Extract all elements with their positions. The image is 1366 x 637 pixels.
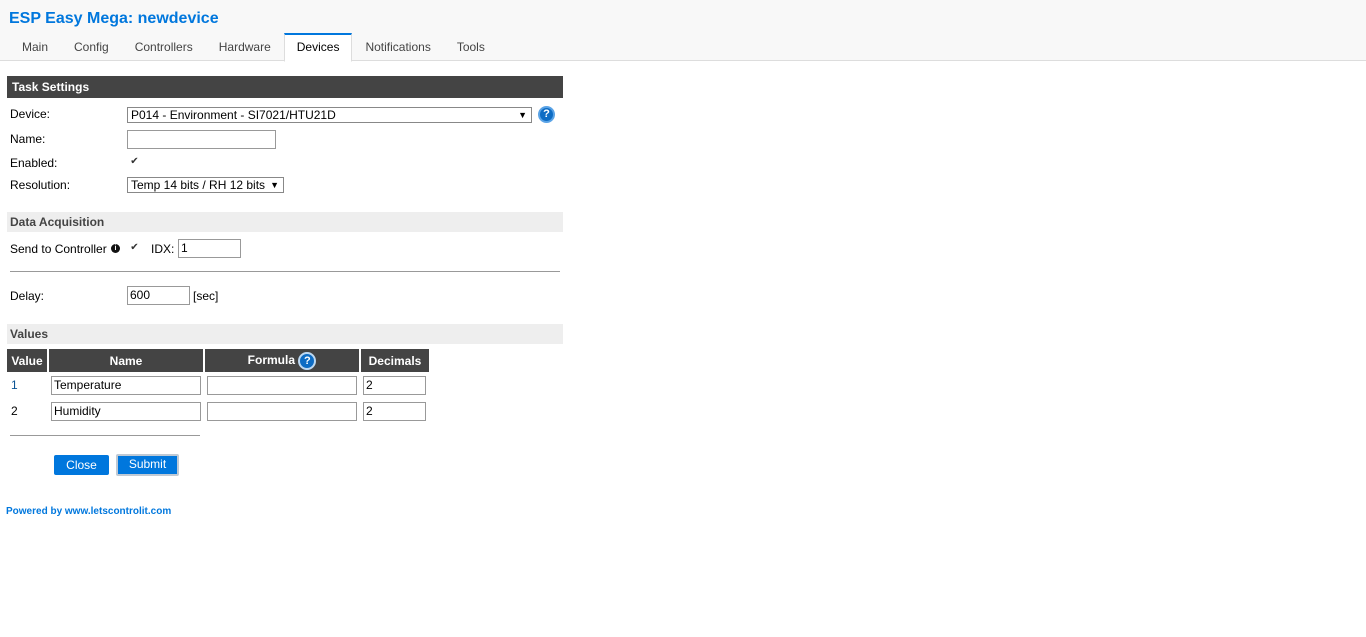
tab-devices[interactable]: Devices	[283, 33, 353, 62]
delay-input[interactable]: 600	[127, 286, 190, 305]
col-formula-label: Formula	[247, 352, 295, 367]
delay-label: Delay:	[10, 289, 45, 303]
values-heading: Values	[7, 324, 563, 344]
enabled-checkbox[interactable]: ✔	[129, 156, 140, 167]
value-name-input[interactable]: Temperature	[51, 375, 201, 395]
idx-input[interactable]: 1	[178, 239, 241, 258]
task-settings-heading: Task Settings	[7, 76, 563, 98]
tab-main[interactable]: Main	[9, 33, 61, 61]
page-header: ESP Easy Mega: newdevice Main Config Con…	[0, 0, 1366, 62]
device-select[interactable]: P014 - Environment - SI7021/HTU21D ▼	[127, 107, 532, 123]
tab-controllers[interactable]: Controllers	[122, 33, 206, 61]
send-to-controller-label: Send to Controller	[10, 242, 107, 256]
table-row: 1 Temperature 2	[7, 372, 429, 398]
data-acquisition-heading: Data Acquisition	[7, 212, 563, 232]
device-select-value: P014 - Environment - SI7021/HTU21D	[131, 108, 336, 122]
tab-config[interactable]: Config	[61, 33, 122, 61]
footer-link[interactable]: Powered by www.letscontrolit.com	[6, 506, 171, 517]
divider	[10, 435, 200, 436]
col-name: Name	[48, 349, 205, 372]
resolution-label: Resolution:	[10, 178, 71, 192]
tab-notifications[interactable]: Notifications	[352, 33, 443, 61]
chevron-down-icon: ▼	[270, 180, 279, 190]
col-decimals: Decimals	[360, 349, 429, 372]
resolution-select-value: Temp 14 bits / RH 12 bits	[131, 178, 266, 192]
help-icon[interactable]: ?	[538, 106, 555, 123]
tab-tools[interactable]: Tools	[444, 33, 498, 61]
table-row: 2 Humidity 2	[7, 398, 429, 424]
name-input[interactable]	[127, 130, 276, 149]
info-icon[interactable]: i	[111, 244, 120, 253]
value-index: 2	[11, 404, 18, 418]
tab-hardware[interactable]: Hardware	[206, 33, 284, 61]
close-button[interactable]: Close	[54, 455, 109, 475]
value-index: 1	[11, 378, 18, 392]
submit-button[interactable]: Submit	[116, 454, 179, 476]
delay-unit: [sec]	[193, 289, 219, 303]
value-decimals-input[interactable]: 2	[363, 375, 426, 395]
name-label: Name:	[10, 132, 46, 146]
device-label: Device:	[10, 107, 51, 121]
idx-label: IDX:	[151, 242, 175, 256]
send-to-controller-checkbox[interactable]: ✔	[129, 242, 140, 253]
nav-tabs: Main Config Controllers Hardware Devices…	[9, 33, 498, 62]
enabled-label: Enabled:	[10, 156, 58, 170]
value-formula-input[interactable]	[207, 375, 357, 395]
help-icon[interactable]: ?	[298, 351, 317, 370]
chevron-down-icon: ▼	[518, 110, 527, 120]
app-title: ESP Easy Mega: newdevice	[9, 10, 219, 27]
col-value: Value	[7, 349, 49, 372]
value-decimals-input[interactable]: 2	[363, 401, 426, 421]
col-formula: Formula ?	[204, 349, 361, 372]
divider	[10, 271, 560, 272]
value-name-input[interactable]: Humidity	[51, 401, 201, 421]
resolution-select[interactable]: Temp 14 bits / RH 12 bits ▼	[127, 177, 284, 193]
value-formula-input[interactable]	[207, 401, 357, 421]
values-table: Value Name Formula ? Decimals 1 Temperat…	[7, 349, 429, 424]
